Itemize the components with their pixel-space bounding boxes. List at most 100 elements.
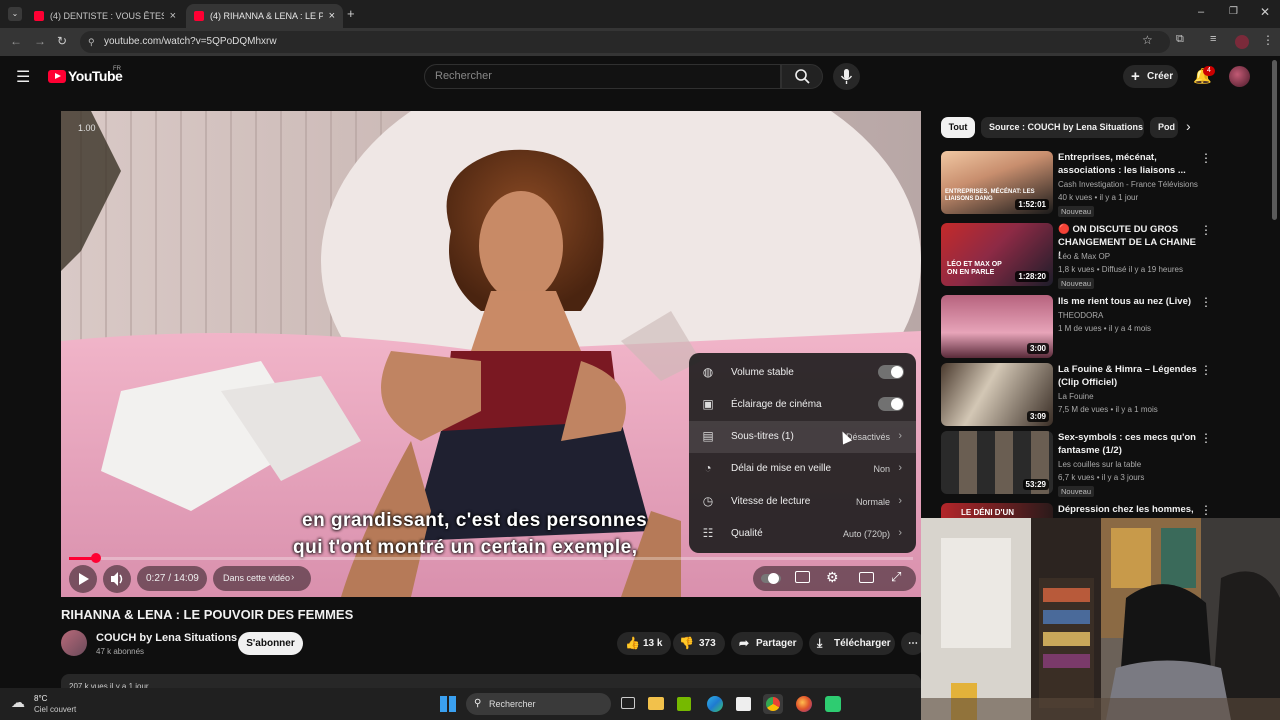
file-explorer-icon[interactable] (648, 697, 664, 710)
list-item[interactable]: LE DÉNI D'UN Dépression chez les hommes,… (941, 503, 1211, 518)
menu-item-ambient-mode[interactable]: ▣ Éclairage de cinéma (689, 389, 916, 421)
page-scrollbar[interactable] (1272, 60, 1277, 220)
more-vertical-icon[interactable]: ⋮ (1200, 295, 1212, 309)
minimize-icon[interactable]: – (1198, 6, 1204, 18)
game-app-icon[interactable] (825, 696, 841, 712)
media-control-icon[interactable]: ≡ (1210, 33, 1216, 45)
forward-icon[interactable]: → (34, 34, 46, 48)
nvidia-icon[interactable] (677, 697, 691, 711)
thumbnail-caption: LÉO ET MAX OP ON EN PARLE (947, 261, 1002, 276)
back-icon[interactable]: ← (10, 34, 22, 48)
close-window-icon[interactable]: ✕ (1260, 5, 1270, 19)
subscribe-button[interactable]: S'abonner (238, 632, 303, 655)
browser-menu-icon[interactable]: ⋮ (1262, 33, 1274, 47)
chevron-right-icon: › (898, 495, 902, 507)
tab-search-icon[interactable]: ⌄ (8, 7, 22, 21)
mute-button[interactable] (103, 565, 131, 593)
edge-browser-icon[interactable] (707, 696, 723, 712)
search-input[interactable]: Rechercher (424, 64, 781, 89)
list-item[interactable]: 53:29 Sex-symbols : ces mecs qu'on fanta… (941, 431, 1212, 497)
thumbnail-caption: LE DÉNI D'UN (961, 508, 1015, 517)
progress-bar[interactable] (69, 557, 913, 560)
menu-item-subtitles[interactable]: ▤ Sous-titres (1) Désactivés › (689, 421, 916, 453)
volume-icon (111, 572, 123, 586)
menu-item-sleep-timer[interactable]: ◔ Délai de mise en veille Non › (689, 453, 916, 485)
youtube-logo-icon[interactable] (48, 70, 66, 83)
task-view-icon[interactable] (621, 697, 635, 709)
thumbnail[interactable]: 3:09 (941, 363, 1053, 426)
firefox-icon[interactable] (796, 696, 812, 712)
like-button[interactable]: 👍 13 k (617, 632, 671, 655)
thumbnail[interactable]: LE DÉNI D'UN (941, 503, 1053, 518)
chevron-right-icon: › (898, 430, 902, 442)
weather-cloud-icon[interactable]: ☁ (11, 694, 25, 711)
chip-source[interactable]: Source : COUCH by Lena Situations (981, 117, 1144, 138)
chip-all[interactable]: Tout (941, 117, 975, 138)
theater-mode-icon[interactable] (859, 572, 874, 583)
menu-item-playback-speed[interactable]: ◷ Vitesse de lecture Normale › (689, 486, 916, 518)
dislike-button[interactable]: 👎 373 (673, 632, 725, 655)
reload-icon[interactable]: ↻ (57, 34, 67, 48)
list-item[interactable]: 3:09 La Fouine & Himra – Légendes (Clip … (941, 363, 1212, 427)
taskbar-search-input[interactable]: ⚲ Rechercher (466, 693, 611, 715)
speed-overlay: 1.00 (78, 123, 96, 133)
more-vertical-icon[interactable]: ⋮ (1200, 503, 1211, 517)
fullscreen-icon[interactable]: ⤢ (891, 569, 901, 585)
profile-avatar[interactable] (1235, 35, 1249, 49)
quality-sliders-icon: ☷ (702, 526, 714, 540)
new-tab-icon[interactable]: + (347, 6, 355, 21)
menu-item-volume-stable[interactable]: ◍ Volume stable (689, 357, 916, 389)
account-avatar[interactable] (1229, 66, 1250, 87)
url-field[interactable]: ⚲ youtube.com/watch?v=5QPoDQMhxrw (80, 31, 1170, 53)
maximize-icon[interactable]: ❐ (1229, 6, 1238, 17)
chip-label: Pod (1158, 122, 1175, 132)
chrome-logo-icon (766, 697, 780, 711)
chip-pod[interactable]: Pod (1150, 117, 1178, 138)
hamburger-menu-icon[interactable]: ☰ (16, 67, 30, 87)
close-icon[interactable]: × (170, 10, 176, 22)
download-button[interactable]: ⤓ Télécharger (809, 632, 895, 655)
start-windows-icon[interactable] (440, 696, 456, 712)
menu-item-value: Non (873, 464, 890, 474)
search-button[interactable] (781, 64, 823, 89)
extensions-icon[interactable]: ⧉ (1176, 33, 1184, 46)
more-vertical-icon[interactable]: ⋮ (1200, 223, 1212, 237)
scrubber-handle[interactable] (91, 553, 101, 563)
more-vertical-icon[interactable]: ⋮ (1200, 151, 1212, 165)
thumbnail[interactable]: LÉO ET MAX OP ON EN PARLE 1:28:20 (941, 223, 1053, 286)
settings-gear-icon[interactable]: ⚙ (826, 569, 839, 586)
list-item[interactable]: LÉO ET MAX OP ON EN PARLE 1:28:20 🔴 ON D… (941, 223, 1212, 289)
thumbnail[interactable]: 3:00 (941, 295, 1053, 358)
menu-item-quality[interactable]: ☷ Qualité Auto (720p) › (689, 518, 916, 550)
create-button[interactable]: + Créer (1123, 65, 1178, 88)
store-icon[interactable] (736, 697, 751, 711)
volume-stable-toggle[interactable] (878, 365, 904, 379)
list-item[interactable]: 3:00 Ils me rient tous au nez (Live) THE… (941, 295, 1212, 359)
tab-dentiste[interactable]: (4) DENTISTE : VOUS ÊTES SALE × (26, 4, 184, 28)
subscriber-count: 47 k abonnés (96, 647, 145, 656)
chevron-right-icon: › (898, 527, 902, 539)
list-item[interactable]: ENTREPRISES, MÉCÉNAT: LES LIAISONS DANG … (941, 151, 1212, 217)
channel-name[interactable]: COUCH by Lena Situations (96, 632, 237, 644)
ambient-mode-toggle[interactable] (878, 397, 904, 411)
close-icon[interactable]: × (329, 10, 335, 22)
channel-avatar[interactable] (61, 630, 87, 656)
thumbs-down-icon: 👎 (679, 636, 694, 650)
more-vertical-icon[interactable]: ⋮ (1200, 431, 1212, 445)
webcam-frame (921, 518, 1280, 720)
chevron-right-icon: › (291, 572, 295, 583)
thumbnail[interactable]: 53:29 (941, 431, 1053, 494)
bookmark-star-icon[interactable]: ☆ (1142, 33, 1153, 47)
chips-next-icon[interactable]: › (1186, 118, 1191, 134)
share-button[interactable]: ➦ Partager (731, 632, 803, 655)
voice-search-button[interactable] (833, 63, 860, 90)
tab-rihanna[interactable]: (4) RIHANNA & LENA : LE POUV × (186, 4, 343, 28)
channel-name: THEODORA (1058, 311, 1104, 320)
subtitles-icon[interactable] (795, 571, 810, 583)
play-pause-button[interactable] (69, 565, 97, 593)
site-info-icon[interactable]: ⚲ (88, 31, 95, 53)
channel-name: Cash Investigation - France Télévisions (1058, 180, 1198, 189)
more-vertical-icon[interactable]: ⋮ (1200, 363, 1212, 377)
thumbnail[interactable]: ENTREPRISES, MÉCÉNAT: LES LIAISONS DANG … (941, 151, 1053, 214)
chevron-right-icon: › (898, 462, 902, 474)
